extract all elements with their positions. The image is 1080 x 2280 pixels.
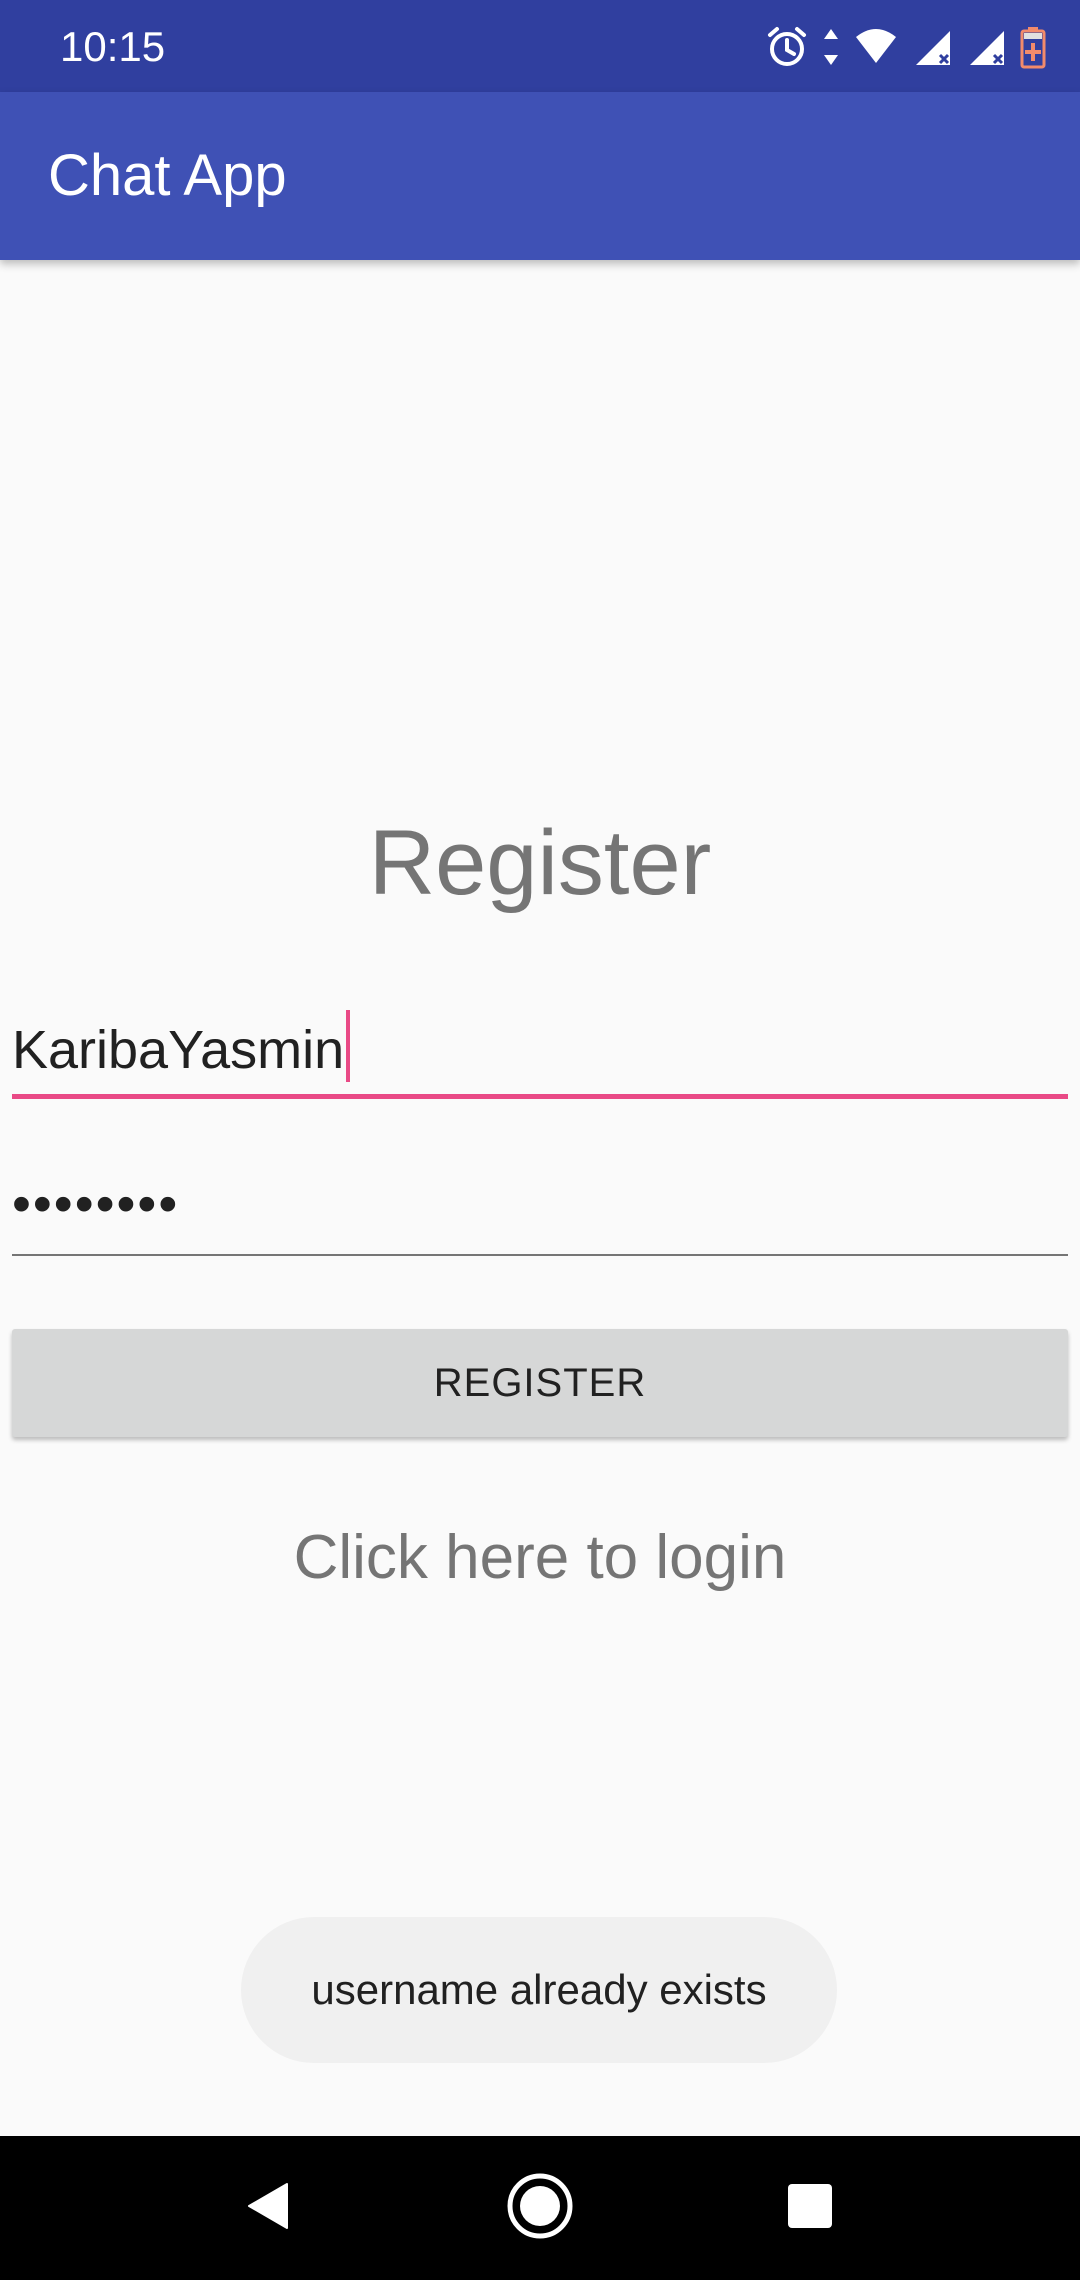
recents-icon — [786, 2182, 834, 2235]
password-value: •••••••• — [12, 1174, 180, 1234]
page-title: Register — [368, 812, 712, 914]
back-icon — [245, 2180, 291, 2237]
register-screen: 10:15 Chat App Register KaribaYasmin •••… — [0, 0, 1080, 2280]
battery-charging-icon — [1020, 25, 1046, 69]
status-time: 10:15 — [60, 23, 166, 70]
password-field[interactable]: •••••••• — [12, 1170, 1068, 1256]
status-bar: 10:15 — [0, 0, 1080, 92]
signal-icon — [912, 25, 952, 69]
home-icon — [505, 2171, 575, 2246]
app-bar: Chat App — [0, 92, 1080, 260]
home-button[interactable] — [504, 2172, 576, 2244]
data-arrows-icon — [822, 25, 840, 69]
username-field[interactable]: KaribaYasmin — [12, 1000, 1068, 1099]
back-button[interactable] — [232, 2172, 304, 2244]
navigation-bar — [0, 2136, 1080, 2280]
register-button[interactable]: REGISTER — [12, 1329, 1068, 1437]
username-input-container[interactable]: KaribaYasmin — [12, 1010, 351, 1082]
text-cursor — [346, 1010, 351, 1082]
username-value: KaribaYasmin — [12, 1020, 345, 1080]
toast-message: username already exists — [241, 1917, 837, 2063]
login-link[interactable]: Click here to login — [0, 1520, 1080, 1596]
signal-icon — [966, 25, 1006, 69]
status-icons — [766, 22, 1046, 72]
recents-button[interactable] — [774, 2172, 846, 2244]
alarm-icon — [766, 25, 808, 69]
app-title: Chat App — [48, 143, 287, 208]
wifi-icon — [854, 25, 898, 69]
